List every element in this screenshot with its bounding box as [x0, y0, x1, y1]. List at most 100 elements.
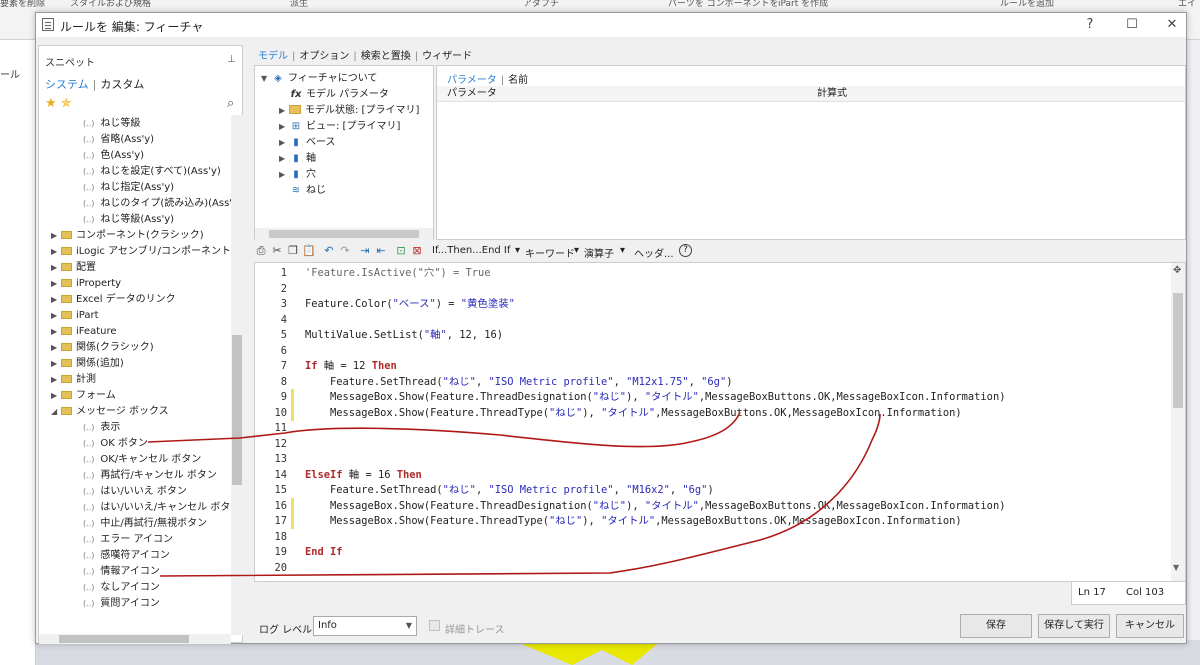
column-header-expression[interactable]: 計算式 — [817, 86, 847, 102]
code-line[interactable]: 16 MessageBox.Show(Feature.ThreadDesigna… — [255, 497, 1155, 514]
expand-arrow-icon[interactable]: ▶ — [279, 151, 289, 167]
snippet-item[interactable]: (..) はい/いいえ ボタン — [83, 484, 187, 500]
code-line[interactable]: 11 — [255, 420, 1155, 436]
dialog-titlebar[interactable]: ルールを 編集: フィーチャ ? ☐ ✕ — [36, 13, 1186, 37]
tab-options[interactable]: オプション — [299, 51, 349, 62]
split-handle-icon[interactable]: ✥ — [1173, 265, 1181, 276]
snippet-folder[interactable]: ▶ コンポーネント(クラシック) — [51, 228, 204, 244]
snippet-folder[interactable]: ▶ iPart — [51, 308, 99, 324]
cancel-button[interactable]: キャンセル — [1116, 614, 1184, 638]
snippet-folder[interactable]: ▶ フォーム — [51, 388, 116, 404]
if-then-button[interactable]: If...Then...End If — [432, 245, 510, 256]
snippet-item[interactable]: (..) 質問アイコン — [83, 596, 160, 612]
tab-names[interactable]: 名前 — [508, 75, 528, 86]
tree-item[interactable]: fx モデル パラメータ — [279, 87, 389, 103]
scroll-thumb[interactable] — [59, 635, 189, 643]
undo-icon[interactable]: ↶ — [322, 244, 336, 258]
code-line[interactable]: 7 If 軸 = 12 Then — [255, 358, 1155, 374]
code-line[interactable]: 1 'Feature.IsActive("穴") = True — [255, 265, 1155, 281]
expand-arrow-icon[interactable]: ▶ — [51, 340, 61, 356]
comment-icon[interactable]: ⊡ — [394, 244, 408, 258]
expand-arrow-icon[interactable]: ▶ — [51, 276, 61, 292]
expand-arrow-icon[interactable]: ▶ — [279, 119, 289, 135]
code-line[interactable]: 3 Feature.Color("ベース") = "黄色塗装" — [255, 296, 1155, 312]
close-button[interactable]: ✕ — [1162, 15, 1182, 35]
help-button[interactable]: ? — [1080, 15, 1100, 35]
uncomment-icon[interactable]: ⊠ — [410, 244, 424, 258]
snippet-folder[interactable]: ▶ 計測 — [51, 372, 96, 388]
save-button[interactable]: 保存 — [960, 614, 1032, 638]
redo-icon[interactable]: ↷ — [338, 244, 352, 258]
snippet-item[interactable]: (..) なしアイコン — [83, 580, 160, 596]
snippet-folder[interactable]: ◢ メッセージ ボックス — [51, 404, 169, 420]
snippet-folder[interactable]: ▶ iProperty — [51, 276, 121, 292]
tab-system[interactable]: システム — [45, 78, 89, 91]
snippet-item[interactable]: (..) エラー アイコン — [83, 532, 173, 548]
code-line[interactable]: 6 — [255, 343, 1155, 359]
snippet-item[interactable]: (..) 省略(Ass'y) — [83, 132, 154, 148]
snippet-item[interactable]: (..) 再試行/キャンセル ボタン — [83, 468, 217, 484]
code-line[interactable]: 8 Feature.SetThread("ねじ", "ISO Metric pr… — [255, 374, 1155, 390]
snippet-item[interactable]: (..) はい/いいえ/キャンセル ボタン — [83, 500, 231, 516]
pin-icon[interactable]: ⊥ — [227, 54, 236, 65]
scroll-thumb[interactable] — [1173, 293, 1183, 408]
code-line[interactable]: 14 ElseIf 軸 = 16 Then — [255, 467, 1155, 483]
tree-item[interactable]: ≋ ねじ — [279, 183, 326, 199]
tab-search-replace[interactable]: 検索と置換 — [361, 51, 411, 62]
code-line[interactable]: 18 — [255, 529, 1155, 545]
header-menu[interactable]: ヘッダ... — [634, 245, 674, 260]
maximize-button[interactable]: ☐ — [1122, 15, 1142, 35]
snippet-item[interactable]: (..) 中止/再試行/無視ボタン — [83, 516, 207, 532]
paste-icon[interactable]: 📋 — [302, 244, 316, 258]
tree-item[interactable]: ▼ ◈ フィーチャについて — [261, 71, 377, 87]
add-favorite-star-icon[interactable]: ✯ — [61, 96, 72, 111]
detailed-trace-checkbox[interactable] — [429, 620, 440, 631]
tree-horizontal-scrollbar[interactable] — [255, 228, 433, 240]
favorites-star-icon[interactable]: ★ — [45, 96, 57, 111]
tab-custom[interactable]: カスタム — [100, 78, 144, 91]
help-icon[interactable]: ? — [679, 244, 692, 257]
code-editor[interactable]: 1 'Feature.IsActive("穴") = True 2 3 Feature.… — [254, 262, 1186, 582]
snippet-item[interactable]: (..) ねじのタイプ(読み込み)(Ass'y) — [83, 196, 231, 212]
snippets-horizontal-scrollbar[interactable] — [39, 634, 231, 644]
snippet-folder[interactable]: ▶ 関係(追加) — [51, 356, 124, 372]
snippet-item[interactable]: (..) 情報アイコン — [83, 564, 160, 580]
snippet-item[interactable]: (..) OK/キャンセル ボタン — [83, 452, 201, 468]
expand-arrow-icon[interactable]: ▶ — [51, 324, 61, 340]
column-header-parameter[interactable]: パラメータ — [447, 86, 497, 102]
tree-item[interactable]: ▶ ▮ 穴 — [279, 167, 316, 183]
expand-arrow-icon[interactable]: ▶ — [51, 260, 61, 276]
snippet-folder[interactable]: ▶ 配置 — [51, 260, 96, 276]
code-line[interactable]: 17 MessageBox.Show(Feature.ThreadType("ね… — [255, 513, 1155, 529]
keyword-menu[interactable]: キーワード — [525, 245, 575, 260]
code-line[interactable]: 5 MultiValue.SetList("軸", 12, 16) — [255, 327, 1155, 343]
tab-parameters[interactable]: パラメータ — [447, 75, 497, 86]
scroll-down-icon[interactable]: ▼ — [1173, 563, 1179, 572]
snippet-item[interactable]: (..) ねじを設定(すべて)(Ass'y) — [83, 164, 221, 180]
code-line[interactable]: 12 — [255, 436, 1155, 452]
code-line[interactable]: 13 — [255, 451, 1155, 467]
expand-arrow-icon[interactable]: ▶ — [279, 135, 289, 151]
code-line[interactable]: 2 — [255, 281, 1155, 297]
tree-item[interactable]: ▶ モデル状態: [プライマリ] — [279, 103, 419, 119]
expand-arrow-icon[interactable]: ▶ — [51, 292, 61, 308]
tab-wizard[interactable]: ウィザード — [422, 51, 472, 62]
expand-arrow-icon[interactable]: ▶ — [279, 103, 289, 119]
code-line[interactable]: 4 — [255, 312, 1155, 328]
snippet-item[interactable]: (..) ねじ等級 — [83, 116, 140, 132]
snippet-folder[interactable]: ▶ iFeature — [51, 324, 117, 340]
expand-arrow-icon[interactable]: ▼ — [261, 71, 271, 87]
snippet-item[interactable]: (..) OK ボタン — [83, 436, 148, 452]
code-line[interactable]: 20 — [255, 560, 1155, 576]
copy-icon[interactable]: ❐ — [286, 244, 300, 258]
indent-icon[interactable]: ⇥ — [358, 244, 372, 258]
expand-arrow-icon[interactable]: ▶ — [51, 356, 61, 372]
scroll-thumb[interactable] — [232, 335, 242, 485]
log-level-select[interactable]: Info ▼ — [313, 616, 417, 636]
tree-item[interactable]: ▶ ⊞ ビュー: [プライマリ] — [279, 119, 400, 135]
snippet-folder[interactable]: ▶ Excel データのリンク — [51, 292, 176, 308]
search-icon[interactable]: ⌕ — [227, 96, 234, 111]
snippet-item[interactable]: (..) 感嘆符アイコン — [83, 548, 170, 564]
save-and-run-button[interactable]: 保存して実行 — [1038, 614, 1110, 638]
code-line[interactable]: 19 End If — [255, 544, 1155, 560]
